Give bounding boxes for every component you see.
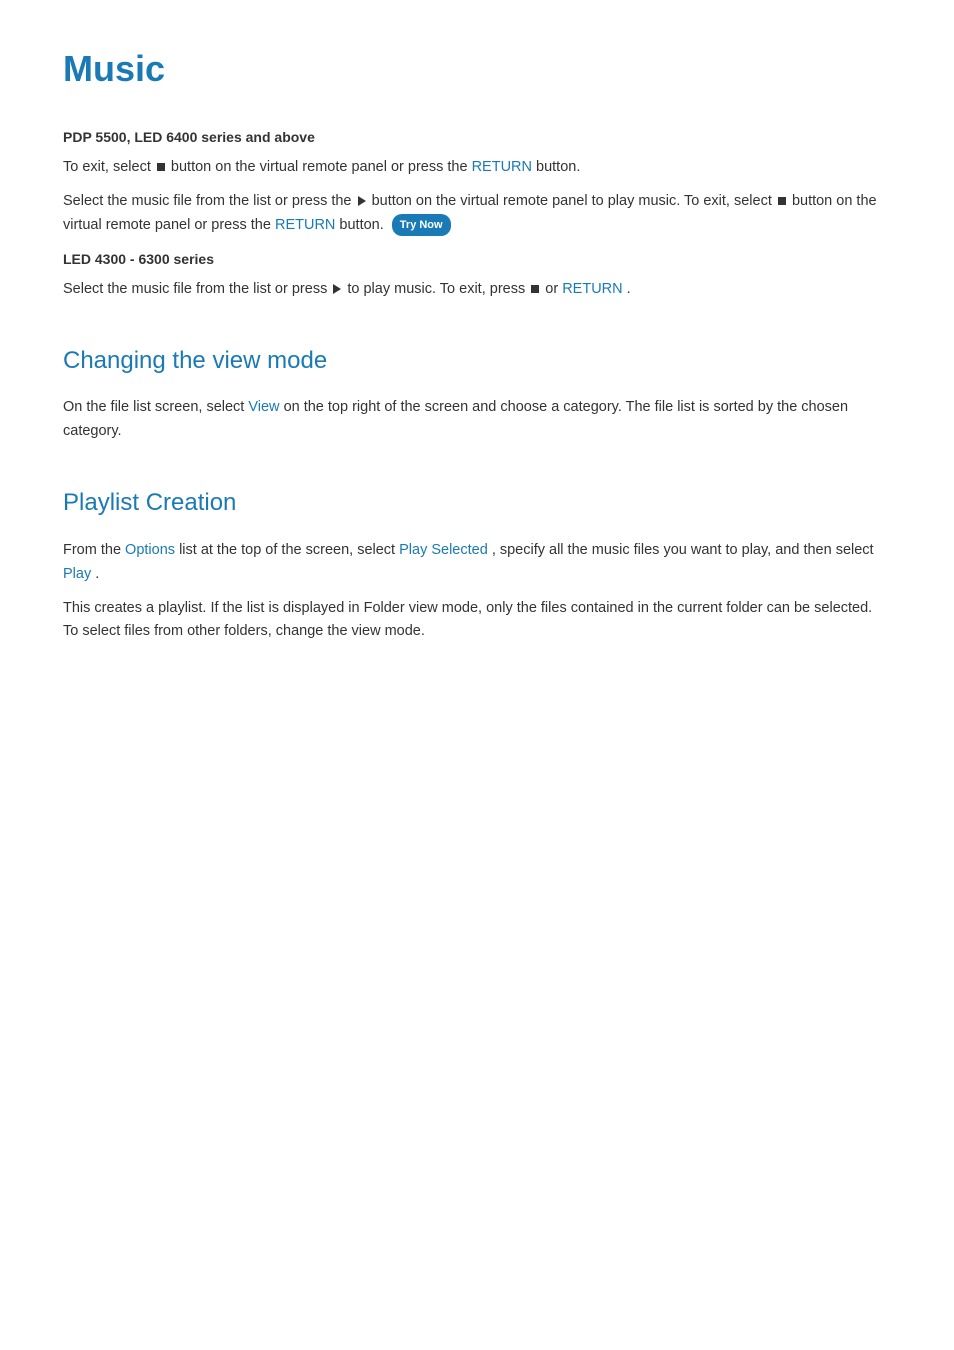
pdp-heading: PDP 5500, LED 6400 series and above (63, 126, 891, 148)
play-link[interactable]: Play (63, 566, 91, 582)
arrow-bullet-1 (358, 196, 366, 206)
playlist-text2: list at the top of the screen, select (179, 542, 399, 558)
para2-text4: button. (339, 217, 383, 233)
playlist-para2: This creates a playlist. If the list is … (63, 597, 891, 645)
return-link-3[interactable]: RETURN (562, 281, 622, 297)
para1: To exit, select button on the virtual re… (63, 156, 891, 180)
para3-text2: to play music. To exit, press (347, 281, 529, 297)
para1-text3: button. (536, 159, 580, 175)
view-link[interactable]: View (248, 399, 279, 415)
square-bullet-1 (157, 163, 165, 171)
play-selected-link[interactable]: Play Selected (399, 542, 488, 558)
page-title: Music (63, 40, 891, 98)
playlist-section: Playlist Creation From the Options list … (63, 484, 891, 644)
playlist-title: Playlist Creation (63, 484, 891, 522)
try-now-badge[interactable]: Try Now (392, 214, 451, 236)
view-mode-title: Changing the view mode (63, 342, 891, 380)
para3-text1: Select the music file from the list or p… (63, 281, 331, 297)
para1-text2: button on the virtual remote panel or pr… (171, 159, 472, 175)
para2-text2: button on the virtual remote panel to pl… (372, 193, 776, 209)
para3-text3: or (545, 281, 562, 297)
para1-text1: To exit, select (63, 159, 155, 175)
options-link[interactable]: Options (125, 542, 175, 558)
arrow-bullet-2 (333, 284, 341, 294)
playlist-text3: , specify all the music files you want t… (492, 542, 874, 558)
view-mode-text1: On the file list screen, select (63, 399, 248, 415)
return-link-2[interactable]: RETURN (275, 217, 335, 233)
playlist-para1: From the Options list at the top of the … (63, 539, 891, 587)
playlist-text4: . (95, 566, 99, 582)
playlist-text1: From the (63, 542, 125, 558)
view-mode-section: Changing the view mode On the file list … (63, 342, 891, 444)
para3: Select the music file from the list or p… (63, 278, 891, 302)
square-bullet-2 (778, 197, 786, 205)
square-bullet-3 (531, 285, 539, 293)
view-mode-para: On the file list screen, select View on … (63, 396, 891, 444)
led-heading: LED 4300 - 6300 series (63, 248, 891, 270)
intro-section: PDP 5500, LED 6400 series and above To e… (63, 126, 891, 302)
para2: Select the music file from the list or p… (63, 190, 891, 238)
para3-text4: . (627, 281, 631, 297)
para2-text1: Select the music file from the list or p… (63, 193, 356, 209)
return-link-1[interactable]: RETURN (472, 159, 532, 175)
